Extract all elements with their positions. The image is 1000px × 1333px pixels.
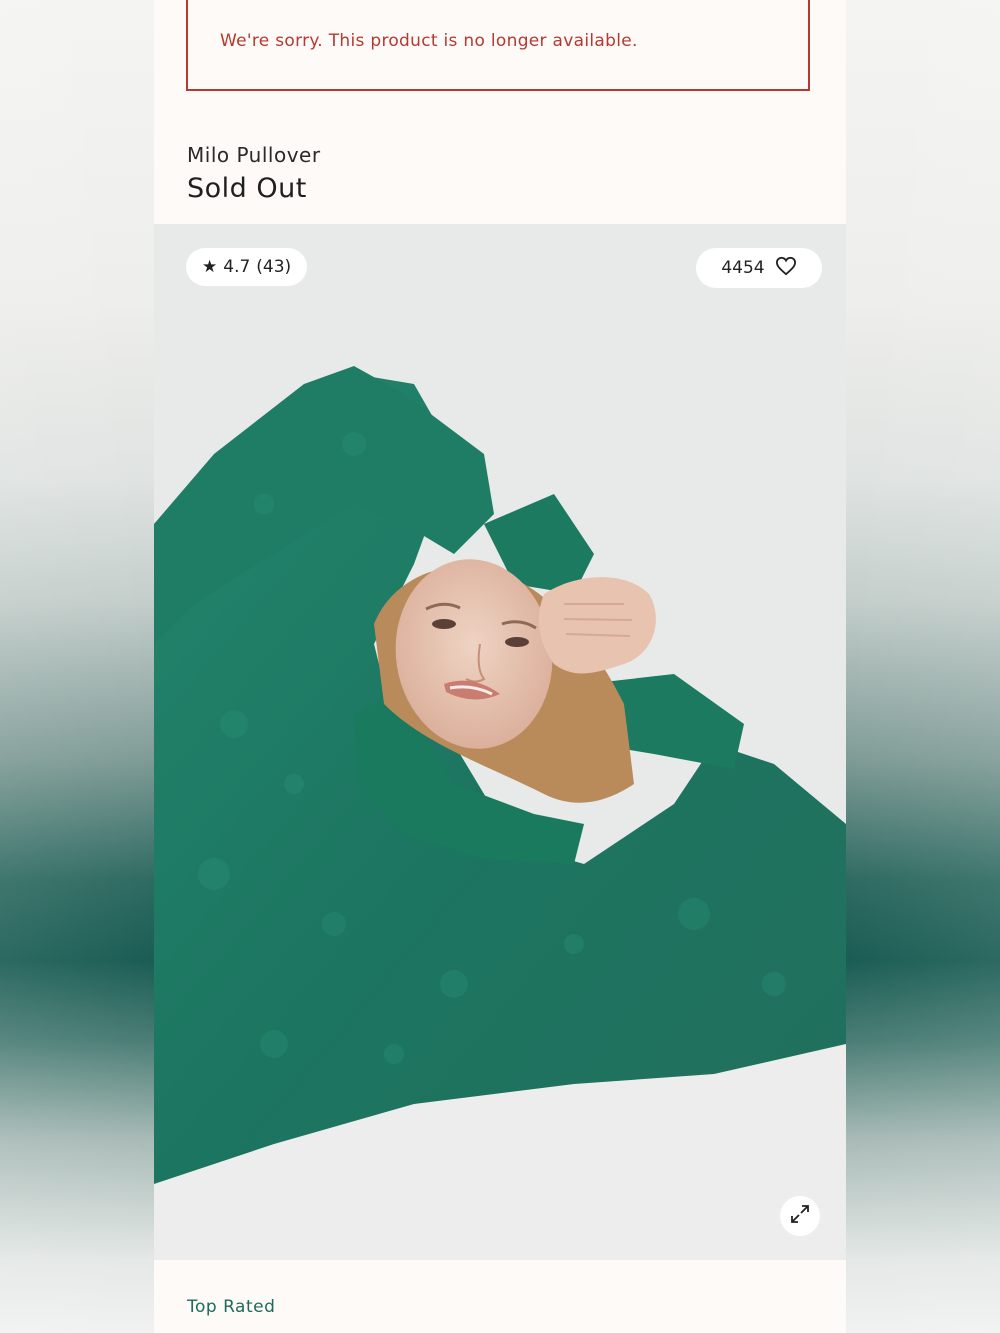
product-image[interactable]: ★ 4.7 (43) 4454 bbox=[154, 224, 846, 1260]
rating-value: 4.7 bbox=[223, 257, 251, 277]
product-title: Milo Pullover bbox=[187, 143, 321, 167]
unavailable-alert: We're sorry. This product is no longer a… bbox=[186, 0, 810, 91]
background-right bbox=[846, 0, 1000, 1333]
star-icon: ★ bbox=[202, 256, 218, 277]
top-rated-badge: Top Rated bbox=[187, 1297, 276, 1317]
favorite-button[interactable]: 4454 bbox=[696, 248, 822, 288]
heart-icon bbox=[775, 256, 797, 281]
product-page: We're sorry. This product is no longer a… bbox=[154, 0, 846, 1333]
rating-badge[interactable]: ★ 4.7 (43) bbox=[186, 248, 308, 286]
background-left bbox=[0, 0, 154, 1333]
expand-icon bbox=[789, 1203, 811, 1229]
review-count: (43) bbox=[256, 257, 292, 277]
expand-image-button[interactable] bbox=[780, 1196, 820, 1236]
favorites-count: 4454 bbox=[721, 258, 765, 278]
product-status: Sold Out bbox=[187, 173, 307, 204]
model-sweater-illustration bbox=[154, 224, 846, 1260]
alert-message: We're sorry. This product is no longer a… bbox=[220, 31, 638, 51]
